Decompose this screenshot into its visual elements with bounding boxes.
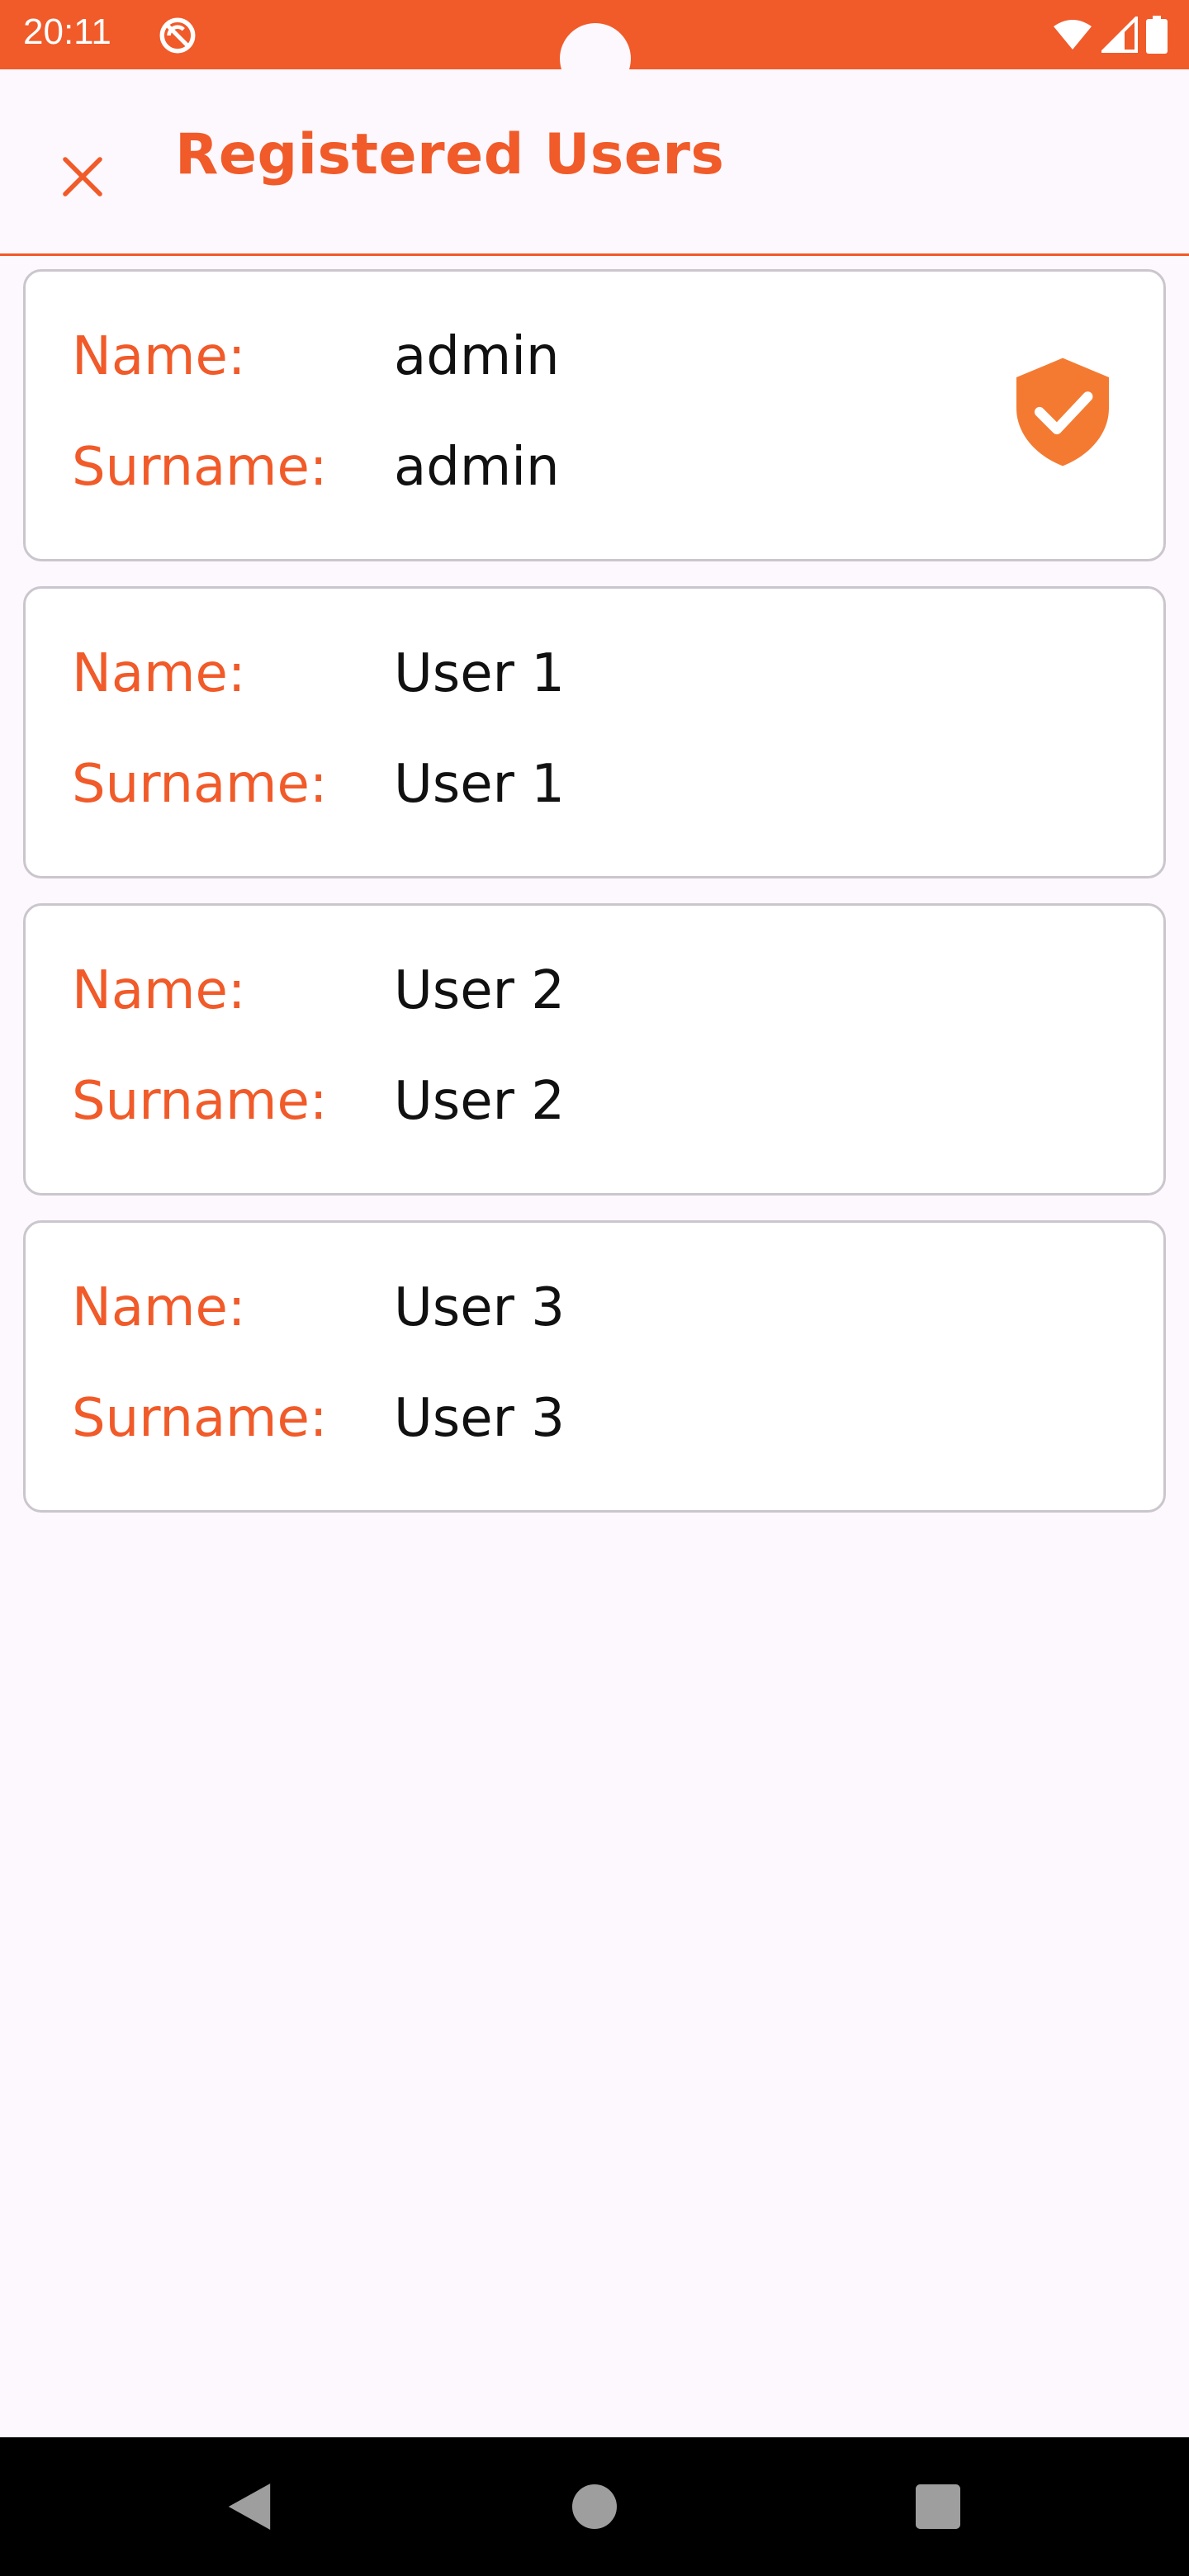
surname-label: Surname: <box>72 437 328 498</box>
user-card-user-3[interactable]: Name: User 3 Surname: User 3 <box>23 1220 1166 1513</box>
sync-disabled-icon <box>159 17 196 54</box>
status-icons <box>1052 13 1168 56</box>
surname-label: Surname: <box>72 1071 328 1132</box>
signal-icon <box>1101 17 1138 53</box>
surname-label: Surname: <box>72 754 328 815</box>
surname-value: User 3 <box>394 1388 565 1449</box>
close-icon <box>63 157 102 197</box>
user-card-user-1[interactable]: Name: User 1 Surname: User 1 <box>23 586 1166 878</box>
user-card-admin[interactable]: Name: admin Surname: admin <box>23 269 1166 561</box>
back-icon <box>228 2484 271 2530</box>
name-value: User 3 <box>394 1277 565 1338</box>
surname-label: Surname: <box>72 1388 328 1449</box>
recents-icon <box>916 2484 960 2529</box>
surname-value: User 2 <box>394 1071 565 1132</box>
status-bar: 20:11 <box>0 0 1189 94</box>
close-button[interactable] <box>33 127 132 226</box>
surname-value: admin <box>394 437 560 498</box>
user-list: Name: admin Surname: admin Name: User 1 … <box>23 269 1166 1537</box>
page-title: Registered Users <box>175 122 725 187</box>
name-label: Name: <box>72 1277 246 1338</box>
app-bar: Registered Users <box>0 69 1189 256</box>
wifi-icon <box>1054 20 1092 50</box>
home-icon <box>572 2484 617 2529</box>
name-value: admin <box>394 326 560 387</box>
name-label: Name: <box>72 326 246 387</box>
status-time: 20:11 <box>23 12 111 52</box>
user-card-user-2[interactable]: Name: User 2 Surname: User 2 <box>23 903 1166 1196</box>
battery-icon <box>1146 16 1168 54</box>
admin-shield-check-icon <box>1016 358 1109 466</box>
system-nav-bar <box>0 2437 1189 2576</box>
recents-button[interactable] <box>905 2474 971 2540</box>
name-label: Name: <box>72 643 246 704</box>
name-label: Name: <box>72 960 246 1021</box>
back-button[interactable] <box>216 2474 282 2540</box>
name-value: User 1 <box>394 643 565 704</box>
home-button[interactable] <box>561 2474 628 2540</box>
surname-value: User 1 <box>394 754 565 815</box>
name-value: User 2 <box>394 960 565 1021</box>
